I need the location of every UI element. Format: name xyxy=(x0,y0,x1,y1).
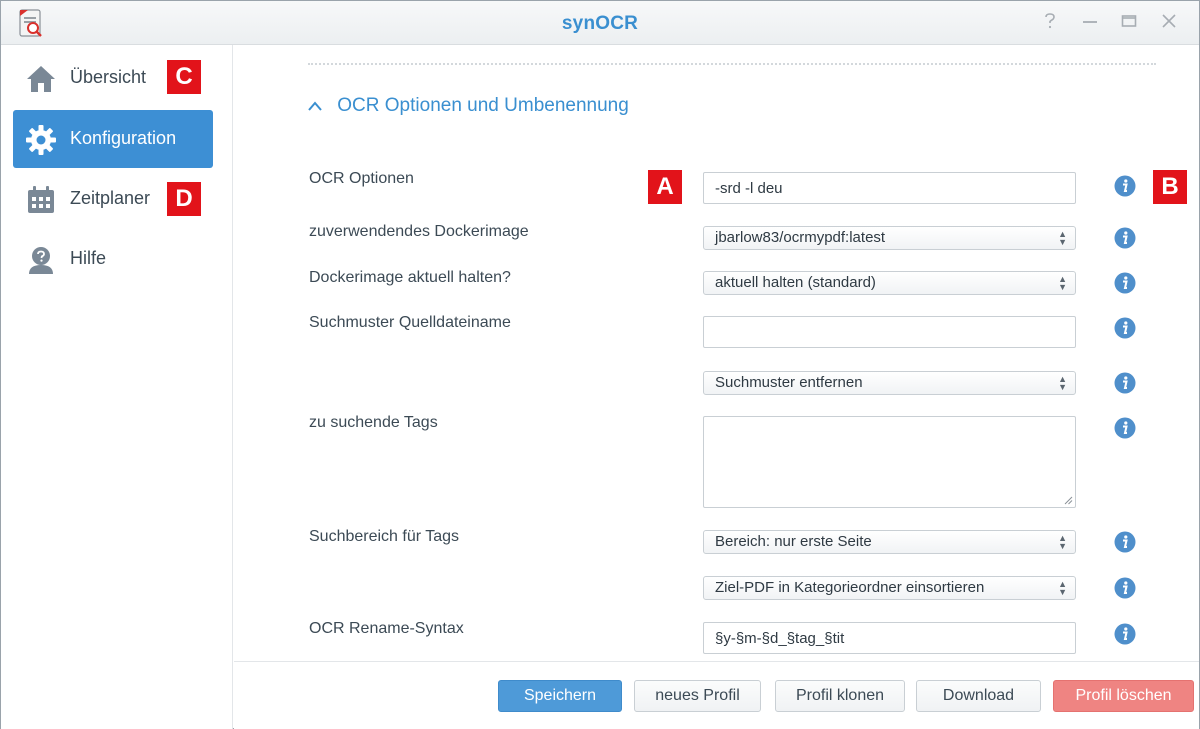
tag-range-select[interactable]: Bereich: nur erste Seite ▲ ▼ xyxy=(703,530,1076,554)
close-icon xyxy=(1162,14,1176,28)
docker-image-select[interactable]: jbarlow83/ocrmypdf:latest ▲ ▼ xyxy=(703,226,1076,250)
clone-profile-button[interactable]: Profil klonen xyxy=(775,680,905,712)
window-title: synOCR xyxy=(561,13,639,34)
ocr-options-input[interactable]: -srd -l deu xyxy=(703,172,1076,204)
select-arrows-icon: ▲ ▼ xyxy=(1058,374,1067,392)
sidebar-item-konfiguration[interactable]: Konfiguration xyxy=(13,110,213,168)
help-person-icon xyxy=(29,247,53,274)
pattern-action-select[interactable]: Suchmuster entfernen ▲ ▼ xyxy=(703,371,1076,395)
info-icon[interactable] xyxy=(1114,317,1136,339)
docker-image-label: zuverwendendes Dockerimage xyxy=(309,223,529,240)
info-icon[interactable] xyxy=(1114,175,1136,197)
close-button[interactable] xyxy=(1158,12,1180,34)
calendar-icon xyxy=(28,186,54,213)
main-content: OCR Optionen und Umbenennung A B OCR Opt… xyxy=(234,45,1199,661)
tags-label: zu suchende Tags xyxy=(309,414,438,431)
annotation-badge-b: B xyxy=(1153,170,1187,204)
new-profile-button[interactable]: neues Profil xyxy=(634,680,761,712)
annotation-badge-d: D xyxy=(167,182,201,216)
select-arrows-icon: ▲ ▼ xyxy=(1058,274,1067,292)
question-icon xyxy=(1045,13,1055,29)
sidebar-item-hilfe[interactable]: Hilfe xyxy=(13,230,213,288)
pattern-action-value: Suchmuster entfernen xyxy=(715,374,863,391)
category-sort-select[interactable]: Ziel-PDF in Kategorieordner einsortieren… xyxy=(703,576,1076,600)
sidebar-item-label: Hilfe xyxy=(70,248,107,268)
docker-image-value: jbarlow83/ocrmypdf:latest xyxy=(715,229,886,246)
save-button[interactable]: Speichern xyxy=(498,680,622,712)
tag-range-label: Suchbereich für Tags xyxy=(309,528,460,545)
info-icon[interactable] xyxy=(1114,577,1136,599)
sidebar-item-label: Konfiguration xyxy=(70,128,177,148)
info-icon[interactable] xyxy=(1114,417,1136,439)
annotation-badge-a: A xyxy=(648,170,682,204)
annotation-badge-c: C xyxy=(167,60,201,94)
resize-grip-icon[interactable] xyxy=(1063,495,1073,505)
sidebar-item-label: Übersicht xyxy=(70,67,147,87)
gear-icon xyxy=(26,125,56,155)
select-arrows-icon: ▲ ▼ xyxy=(1058,579,1067,597)
info-icon[interactable] xyxy=(1114,227,1136,249)
maximize-icon xyxy=(1121,15,1137,27)
docker-update-select[interactable]: aktuell halten (standard) ▲ ▼ xyxy=(703,271,1076,295)
home-icon xyxy=(27,66,55,92)
tag-range-value: Bereich: nur erste Seite xyxy=(715,533,872,550)
app-window: synOCR Übersicht Konfiguration Zeitplane… xyxy=(0,0,1200,729)
info-icon[interactable] xyxy=(1114,531,1136,553)
section-header[interactable]: OCR Optionen und Umbenennung xyxy=(308,95,629,117)
minimize-icon xyxy=(1083,21,1097,23)
search-pattern-label: Suchmuster Quelldateiname xyxy=(309,314,511,331)
info-icon[interactable] xyxy=(1114,623,1136,645)
docker-update-label: Dockerimage aktuell halten? xyxy=(309,269,511,286)
select-arrows-icon: ▲ ▼ xyxy=(1058,229,1067,247)
search-pattern-input[interactable] xyxy=(703,316,1076,348)
footer-toolbar: Speichern neues Profil Profil klonen Dow… xyxy=(234,661,1199,729)
docker-update-value: aktuell halten (standard) xyxy=(715,274,876,291)
title-bar: synOCR xyxy=(1,1,1199,45)
section-title: OCR Optionen und Umbenennung xyxy=(337,95,629,116)
delete-profile-button[interactable]: Profil löschen xyxy=(1053,680,1194,712)
sidebar: Übersicht Konfiguration Zeitplaner Hilfe… xyxy=(1,45,233,729)
info-icon[interactable] xyxy=(1114,272,1136,294)
help-window-button[interactable] xyxy=(1039,12,1061,34)
rename-syntax-input[interactable]: §y-§m-§d_§tag_§tit xyxy=(703,622,1076,654)
chevron-up-icon xyxy=(308,101,322,111)
info-icon[interactable] xyxy=(1114,372,1136,394)
select-arrows-icon: ▲ ▼ xyxy=(1058,533,1067,551)
maximize-button[interactable] xyxy=(1118,12,1140,34)
minimize-button[interactable] xyxy=(1079,12,1101,34)
ocr-options-label: OCR Optionen xyxy=(309,170,414,187)
category-sort-value: Ziel-PDF in Kategorieordner einsortieren xyxy=(715,579,985,596)
tags-textarea[interactable] xyxy=(703,416,1076,508)
download-button[interactable]: Download xyxy=(916,680,1041,712)
sidebar-item-label: Zeitplaner xyxy=(70,188,151,208)
rename-syntax-label: OCR Rename-Syntax xyxy=(309,620,464,637)
section-divider xyxy=(308,63,1156,65)
